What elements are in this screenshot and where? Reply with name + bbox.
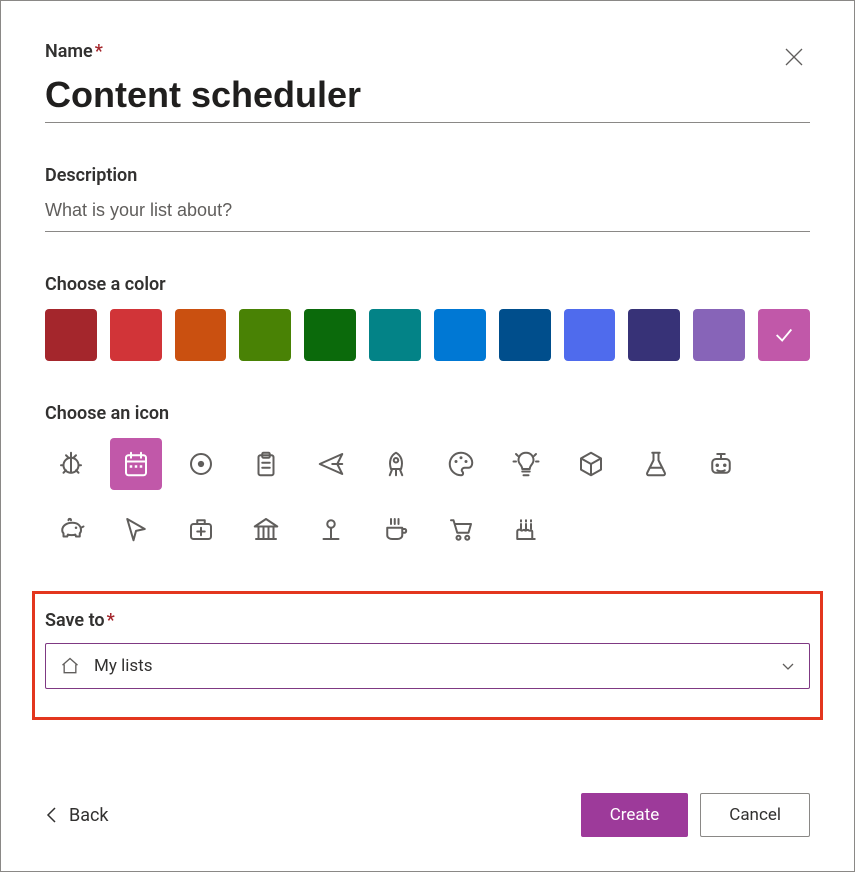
choose-icon-section: Choose an icon	[45, 403, 810, 555]
icon-swatch-rocket[interactable]	[370, 438, 422, 490]
lightbulb-icon	[511, 449, 541, 479]
piggybank-icon	[56, 514, 86, 544]
cake-icon	[511, 514, 541, 544]
chevron-left-icon	[45, 806, 59, 824]
back-button[interactable]: Back	[45, 805, 109, 826]
icon-swatch-firstaid[interactable]	[175, 503, 227, 555]
cart-icon	[446, 514, 476, 544]
check-icon	[773, 324, 795, 346]
icon-swatch-bank[interactable]	[240, 503, 292, 555]
close-button[interactable]	[778, 41, 810, 73]
description-input[interactable]	[45, 194, 810, 232]
icon-swatch-cube[interactable]	[565, 438, 617, 490]
color-swatch-dark-red[interactable]	[45, 309, 97, 361]
icon-swatch-beaker[interactable]	[630, 438, 682, 490]
robot-icon	[706, 449, 736, 479]
color-swatch-dark-green[interactable]	[304, 309, 356, 361]
calendar-icon	[121, 449, 151, 479]
color-swatch-navy[interactable]	[628, 309, 680, 361]
rocket-icon	[381, 449, 411, 479]
icon-swatch-grid	[45, 438, 810, 555]
cube-icon	[576, 449, 606, 479]
choose-color-label: Choose a color	[45, 274, 810, 295]
name-label: Name*	[45, 41, 810, 62]
icon-swatch-lightbulb[interactable]	[500, 438, 552, 490]
clipboard-icon	[251, 449, 281, 479]
beaker-icon	[641, 449, 671, 479]
color-swatch-teal[interactable]	[369, 309, 421, 361]
color-swatch-row	[45, 309, 810, 361]
icon-swatch-clipboard[interactable]	[240, 438, 292, 490]
chevron-down-icon	[781, 659, 795, 673]
icon-swatch-airplane[interactable]	[305, 438, 357, 490]
close-icon	[785, 48, 803, 66]
create-button[interactable]: Create	[581, 793, 689, 837]
save-to-label: Save to*	[45, 610, 810, 631]
choose-color-section: Choose a color	[45, 274, 810, 361]
cancel-button[interactable]: Cancel	[700, 793, 810, 837]
back-label: Back	[69, 805, 109, 826]
name-input[interactable]	[45, 70, 810, 123]
color-swatch-blue[interactable]	[434, 309, 486, 361]
coffee-icon	[381, 514, 411, 544]
color-swatch-green[interactable]	[239, 309, 291, 361]
icon-swatch-robot[interactable]	[695, 438, 747, 490]
cursor-icon	[121, 514, 151, 544]
choose-icon-label: Choose an icon	[45, 403, 810, 424]
icon-swatch-target[interactable]	[175, 438, 227, 490]
palette-icon	[446, 449, 476, 479]
icon-swatch-coffee[interactable]	[370, 503, 422, 555]
bug-icon	[56, 449, 86, 479]
firstaid-icon	[186, 514, 216, 544]
description-section: Description	[45, 165, 810, 232]
save-to-value: My lists	[94, 656, 767, 676]
icon-swatch-cart[interactable]	[435, 503, 487, 555]
dialog-footer: Back Create Cancel	[45, 793, 810, 837]
save-to-dropdown[interactable]: My lists	[45, 643, 810, 689]
airplane-icon	[316, 449, 346, 479]
save-to-highlight: Save to* My lists	[32, 591, 823, 720]
color-swatch-dark-blue[interactable]	[499, 309, 551, 361]
color-swatch-pink[interactable]	[758, 309, 810, 361]
color-swatch-purple[interactable]	[693, 309, 745, 361]
icon-swatch-palette[interactable]	[435, 438, 487, 490]
home-icon	[60, 656, 80, 676]
color-swatch-orange[interactable]	[175, 309, 227, 361]
icon-swatch-cursor[interactable]	[110, 503, 162, 555]
bank-icon	[251, 514, 281, 544]
icon-swatch-pin[interactable]	[305, 503, 357, 555]
icon-swatch-bug[interactable]	[45, 438, 97, 490]
description-label: Description	[45, 165, 810, 186]
icon-swatch-piggybank[interactable]	[45, 503, 97, 555]
color-swatch-indigo[interactable]	[564, 309, 616, 361]
icon-swatch-cake[interactable]	[500, 503, 552, 555]
pin-icon	[316, 514, 346, 544]
create-list-dialog: Name* Description Choose a color Choose …	[0, 0, 855, 872]
color-swatch-red[interactable]	[110, 309, 162, 361]
target-icon	[186, 449, 216, 479]
icon-swatch-calendar[interactable]	[110, 438, 162, 490]
